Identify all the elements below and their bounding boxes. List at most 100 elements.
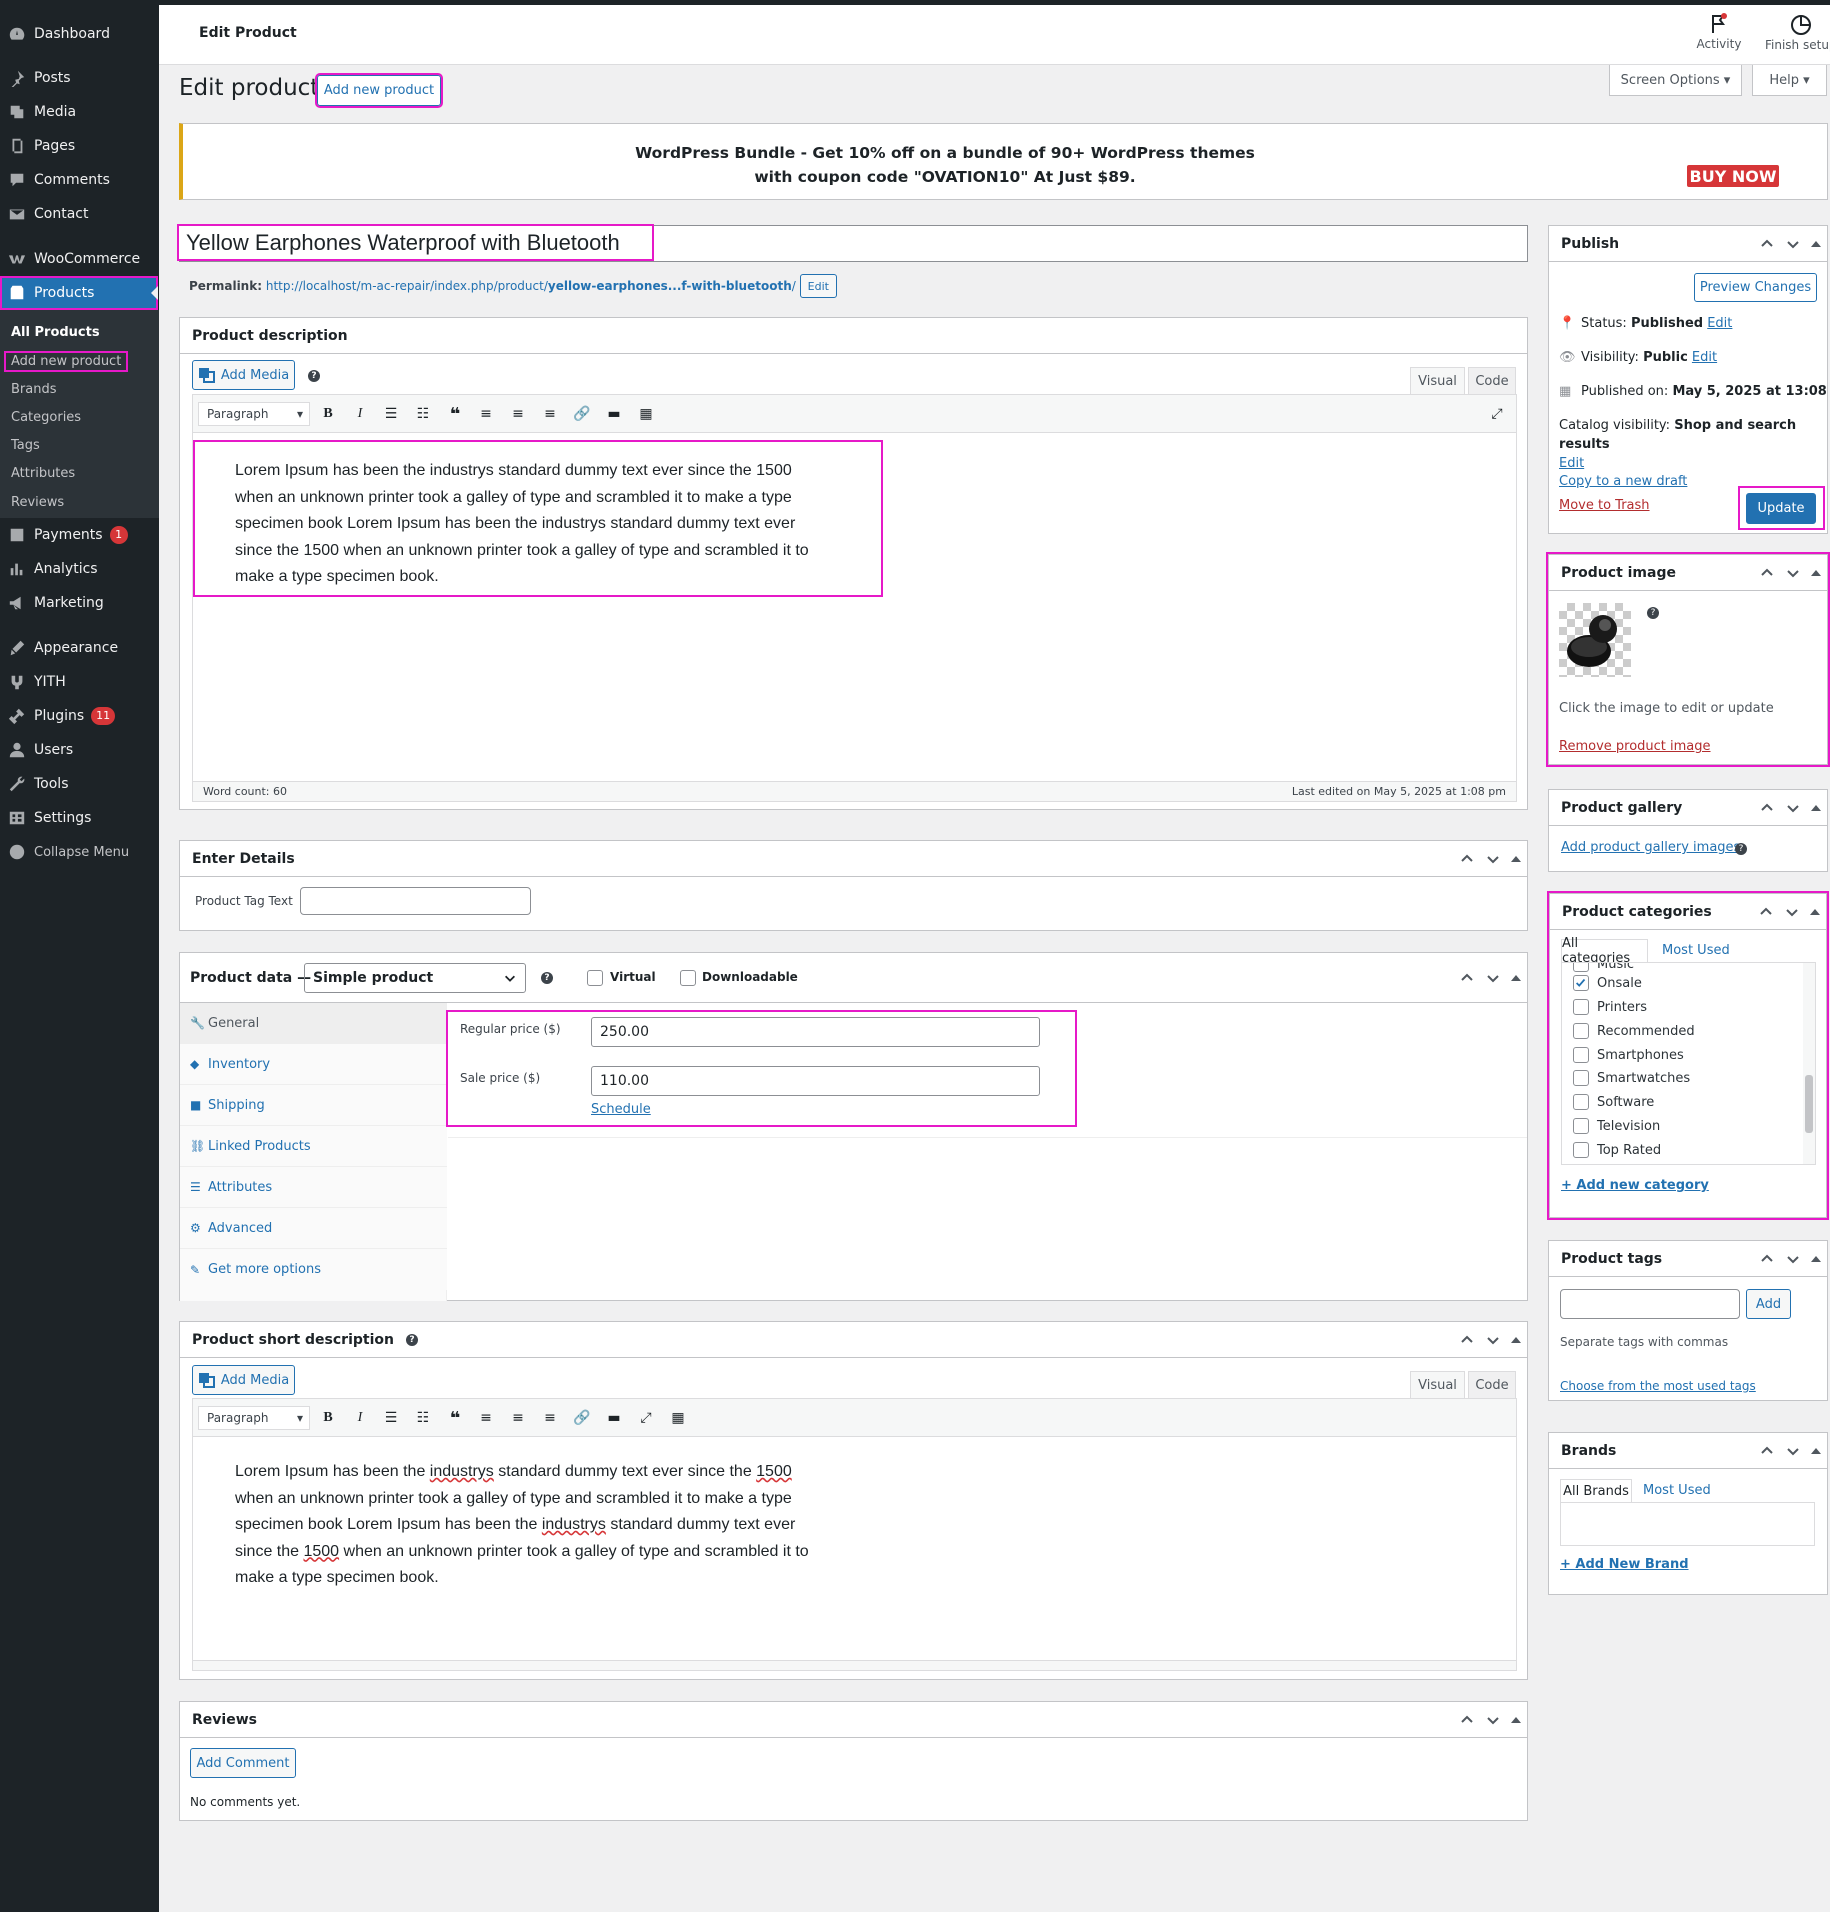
toolbar-toggle-icon[interactable]: ▦ [667, 1407, 689, 1429]
sidebar-item-settings[interactable]: Settings [0, 801, 159, 835]
category-item-software[interactable]: Software [1573, 1094, 1654, 1110]
tab-visual[interactable]: Visual [1410, 1371, 1465, 1399]
category-item-smartphones[interactable]: Smartphones [1573, 1047, 1684, 1063]
add-media-button[interactable]: Add Media [192, 360, 295, 390]
bold-icon[interactable]: B [317, 1407, 339, 1429]
align-left-icon[interactable]: ≡ [475, 403, 497, 425]
sidebar-item-woocommerce[interactable]: WooCommerce [0, 242, 159, 276]
sidebar-item-tools[interactable]: Tools [0, 767, 159, 801]
read-more-icon[interactable]: ▬ [603, 1407, 625, 1429]
catalog-edit-link[interactable]: Edit [1559, 456, 1584, 471]
move-up-icon[interactable] [1759, 800, 1775, 816]
sidebar-item-appearance[interactable]: Appearance [0, 631, 159, 665]
move-down-icon[interactable] [1784, 904, 1800, 920]
move-down-icon[interactable] [1485, 851, 1501, 867]
fullscreen-icon[interactable]: ⤢ [1486, 403, 1508, 425]
sidebar-item-payments[interactable]: Payments 1 [0, 518, 159, 552]
toggle-icon[interactable] [1811, 804, 1821, 811]
sidebar-item-plugins[interactable]: Plugins 11 [0, 699, 159, 733]
move-to-trash-link[interactable]: Move to Trash [1559, 498, 1650, 513]
tab-all-brands[interactable]: All Brands [1560, 1479, 1632, 1503]
sidebar-item-contact[interactable]: Contact [0, 197, 159, 231]
sidebar-item-marketing[interactable]: Marketing [0, 586, 159, 620]
move-up-icon[interactable] [1759, 1251, 1775, 1267]
tab-code[interactable]: Code [1468, 367, 1516, 395]
visibility-edit-link[interactable]: Edit [1692, 350, 1717, 365]
add-new-product-button[interactable]: Add new product [315, 73, 443, 108]
link-icon[interactable]: 🔗 [571, 1407, 593, 1429]
move-up-icon[interactable] [1459, 851, 1475, 867]
toggle-icon[interactable] [1511, 855, 1521, 862]
align-center-icon[interactable]: ≡ [507, 403, 529, 425]
italic-icon[interactable]: I [349, 403, 371, 425]
move-up-icon[interactable] [1459, 970, 1475, 986]
numbered-list-icon[interactable]: ☷ [412, 403, 434, 425]
help-button[interactable]: Help ▾ [1752, 65, 1827, 96]
add-new-brand-link[interactable]: + Add New Brand [1560, 1557, 1689, 1572]
blockquote-icon[interactable]: ❝ [444, 1407, 466, 1429]
format-select[interactable]: Paragraph ▾ [198, 402, 310, 426]
permalink-link[interactable]: http://localhost/m-ac-repair/index.php/p… [266, 279, 796, 293]
move-down-icon[interactable] [1785, 800, 1801, 816]
move-up-icon[interactable] [1759, 236, 1775, 252]
move-down-icon[interactable] [1785, 1251, 1801, 1267]
toggle-icon[interactable] [1511, 1716, 1521, 1723]
toggle-icon[interactable] [1810, 908, 1820, 915]
add-media-button[interactable]: Add Media [192, 1365, 295, 1395]
align-right-icon[interactable]: ≡ [539, 1407, 561, 1429]
move-up-icon[interactable] [1759, 1443, 1775, 1459]
toggle-icon[interactable] [1811, 1447, 1821, 1454]
italic-icon[interactable]: I [349, 1407, 371, 1429]
sidebar-item-users[interactable]: Users [0, 733, 159, 767]
bullet-list-icon[interactable]: ☰ [380, 1407, 402, 1429]
finish-setup-button[interactable]: Finish setup [1759, 13, 1830, 59]
sidebar-item-pages[interactable]: Pages [0, 129, 159, 163]
copy-draft-link[interactable]: Copy to a new draft [1559, 474, 1687, 489]
short-description-content[interactable]: Lorem Ipsum has been the industrys stand… [195, 1447, 881, 1592]
toggle-icon[interactable] [1811, 240, 1821, 247]
downloadable-checkbox[interactable] [680, 970, 696, 986]
remove-product-image-link[interactable]: Remove product image [1559, 739, 1711, 754]
move-down-icon[interactable] [1785, 1443, 1801, 1459]
help-icon[interactable]: ? [308, 370, 320, 382]
tab-shipping[interactable]: ■ Shipping [180, 1085, 447, 1126]
add-comment-button[interactable]: Add Comment [190, 1748, 296, 1778]
description-content[interactable]: Lorem Ipsum has been the industrys stand… [193, 440, 883, 597]
tab-all-categories[interactable]: All categories [1561, 936, 1648, 966]
align-right-icon[interactable]: ≡ [539, 403, 561, 425]
align-center-icon[interactable]: ≡ [507, 1407, 529, 1429]
screen-options-button[interactable]: Screen Options ▾ [1609, 65, 1742, 96]
tab-attributes[interactable]: ☰ Attributes [180, 1167, 447, 1208]
category-item-television[interactable]: Television [1573, 1118, 1660, 1134]
submenu-reviews[interactable]: Reviews [11, 495, 64, 510]
tab-linked-products[interactable]: ⛓ Linked Products [180, 1126, 447, 1167]
submenu-all-products[interactable]: All Products [11, 325, 100, 340]
tag-input[interactable] [1560, 1289, 1740, 1319]
blockquote-icon[interactable]: ❝ [444, 403, 466, 425]
align-left-icon[interactable]: ≡ [475, 1407, 497, 1429]
move-up-icon[interactable] [1459, 1712, 1475, 1728]
toggle-icon[interactable] [1811, 1255, 1821, 1262]
format-select[interactable]: Paragraph ▾ [198, 1406, 310, 1430]
toolbar-toggle-icon[interactable]: ▦ [635, 403, 657, 425]
add-tag-button[interactable]: Add [1746, 1289, 1791, 1319]
sidebar-item-posts[interactable]: Posts [0, 61, 159, 95]
sidebar-item-comments[interactable]: Comments [0, 163, 159, 197]
sidebar-item-products[interactable]: Products [0, 276, 158, 310]
virtual-checkbox[interactable] [587, 970, 603, 986]
help-icon[interactable]: ? [541, 972, 553, 984]
add-new-category-link[interactable]: + Add new category [1561, 1178, 1709, 1193]
help-icon[interactable]: ? [1735, 843, 1747, 855]
move-up-icon[interactable] [1459, 1332, 1475, 1348]
submenu-attributes[interactable]: Attributes [11, 466, 75, 481]
status-edit-link[interactable]: Edit [1707, 316, 1732, 331]
buy-now-button[interactable]: BUY NOW [1687, 165, 1779, 187]
permalink-edit-button[interactable]: Edit [799, 274, 837, 298]
tab-most-used[interactable]: Most Used [1662, 943, 1730, 958]
product-title-input[interactable]: Yellow Earphones Waterproof with Bluetoo… [177, 224, 654, 261]
help-icon[interactable]: ? [1647, 607, 1659, 619]
resize-bar[interactable] [193, 1660, 1516, 1670]
bullet-list-icon[interactable]: ☰ [380, 403, 402, 425]
tab-visual[interactable]: Visual [1410, 367, 1465, 395]
update-button[interactable]: Update [1746, 493, 1816, 524]
